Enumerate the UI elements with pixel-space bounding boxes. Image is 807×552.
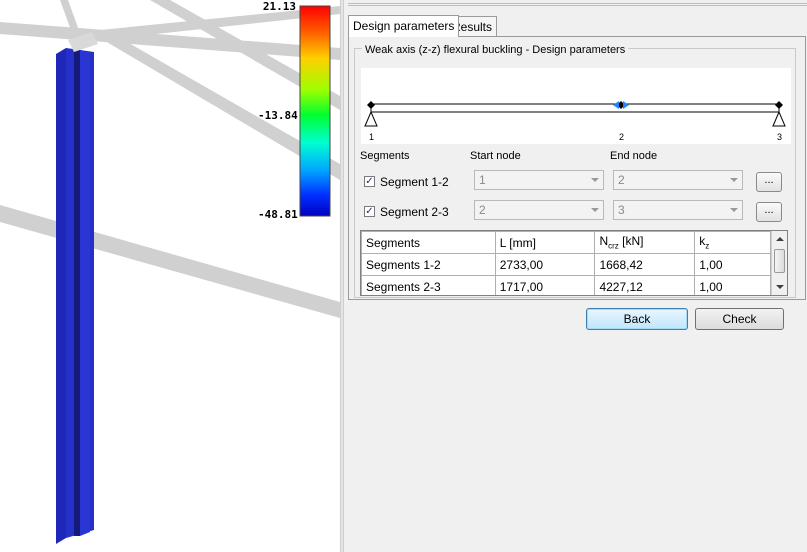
legend-min-label: -48.81 [258,208,298,221]
node-label-2: 2 [619,132,625,142]
segment-2-3-more-button[interactable]: ... [756,202,782,222]
segment-1-2-more-button[interactable]: ... [756,172,782,192]
segment-2-3-start-node-select[interactable]: 2 [474,200,604,220]
segments-header: Segments [360,150,410,162]
cell-kz: 1,00 [694,253,771,276]
table-header-row: Segments L [mm] Ncrz [kN] kz [361,231,771,254]
table-row[interactable]: Segments 1-2 2733,00 1668,42 1,00 [361,253,771,276]
cell-kz: 1,00 [694,275,771,295]
table-scrollbar[interactable] [771,231,787,295]
legend-max-label: 21.13 [262,0,296,13]
segment-2-3-end-node-select[interactable]: 3 [613,200,743,220]
end-node-header: End node [610,150,658,162]
group-title: Weak axis (z-z) flexural buckling - Desi… [362,44,629,56]
segment-1-2-label: Segment 1-2 [380,175,449,189]
node-label-3: 3 [777,132,783,142]
node-label-1: 1 [369,132,375,142]
segment-1-2-end-node-select[interactable]: 2 [613,170,743,190]
cell-segment: Segments 2-3 [361,275,496,295]
col-segments: Segments [361,231,496,254]
3d-viewport[interactable]: 21.13 -13.84 -48.81 [0,0,340,552]
segment-1-2-end-value: 2 [618,173,625,187]
segment-2-3-label: Segment 2-3 [380,205,449,219]
segment-2-3-checkbox[interactable]: ✓ [364,206,375,217]
col-length: L [mm] [494,231,596,254]
scroll-up-icon[interactable] [776,237,784,241]
cell-segment: Segments 1-2 [361,253,496,276]
color-legend-bar [299,5,331,217]
segment-1-2-start-node-select[interactable]: 1 [474,170,604,190]
segment-2-3-end-value: 3 [618,203,625,217]
support-1-icon [364,110,378,127]
segment-1-2-checkbox[interactable]: ✓ [364,176,375,187]
check-button[interactable]: Check [695,308,784,330]
beam-diagram: 1 2 3 [361,68,791,144]
legend-mid-label: -13.84 [258,109,298,122]
cell-ncrz: 4227,12 [594,275,696,295]
column-member [56,48,94,544]
tab-design-parameters[interactable]: Design parameters [348,15,460,37]
segment-2-3-start-value: 2 [479,203,486,217]
frame-members [0,0,340,318]
support-3-icon [772,110,786,127]
beam-drawing [364,101,786,127]
segments-table[interactable]: Segments L [mm] Ncrz [kN] kz Segments 1-… [360,230,788,296]
back-button[interactable]: Back [586,308,688,330]
col-kz: kz [694,231,771,254]
scroll-thumb[interactable] [774,249,785,273]
start-node-header: Start node [470,150,521,162]
panel-top-rule [348,3,807,6]
cell-length: 2733,00 [494,253,596,276]
col-ncrz-label: Ncrz [kN] [599,234,644,251]
cell-length: 1717,00 [494,275,596,295]
col-ncrz: Ncrz [kN] [594,231,696,254]
segment-1-2-start-value: 1 [479,173,486,187]
scroll-down-icon[interactable] [776,285,784,289]
cell-ncrz: 1668,42 [594,253,696,276]
table-row[interactable]: Segments 2-3 1717,00 4227,12 1,00 [361,275,771,295]
model-view [0,0,340,544]
